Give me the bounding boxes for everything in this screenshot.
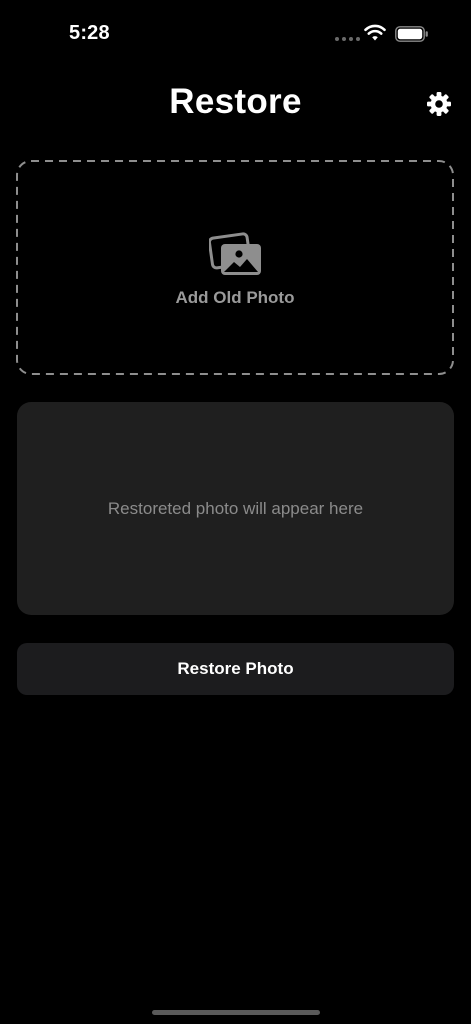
gear-icon[interactable] xyxy=(425,90,453,118)
signal-dots-icon xyxy=(335,37,360,41)
restored-photo-panel: Restoreted photo will appear here xyxy=(17,402,454,615)
status-time: 5:28 xyxy=(69,22,110,44)
restore-photo-button[interactable]: Restore Photo xyxy=(17,643,454,695)
page-title: Restore xyxy=(169,82,302,121)
wifi-icon xyxy=(364,24,386,41)
restored-photo-placeholder: Restoreted photo will appear here xyxy=(107,499,364,518)
battery-icon xyxy=(395,26,428,42)
photos-icon xyxy=(209,232,261,275)
home-indicator[interactable] xyxy=(152,1010,320,1015)
settings-button[interactable] xyxy=(425,90,453,118)
add-photo-button[interactable]: Add Old Photo xyxy=(16,160,454,375)
status-bar: 5:28 xyxy=(0,0,471,70)
add-photo-label: Add Old Photo xyxy=(175,288,295,307)
